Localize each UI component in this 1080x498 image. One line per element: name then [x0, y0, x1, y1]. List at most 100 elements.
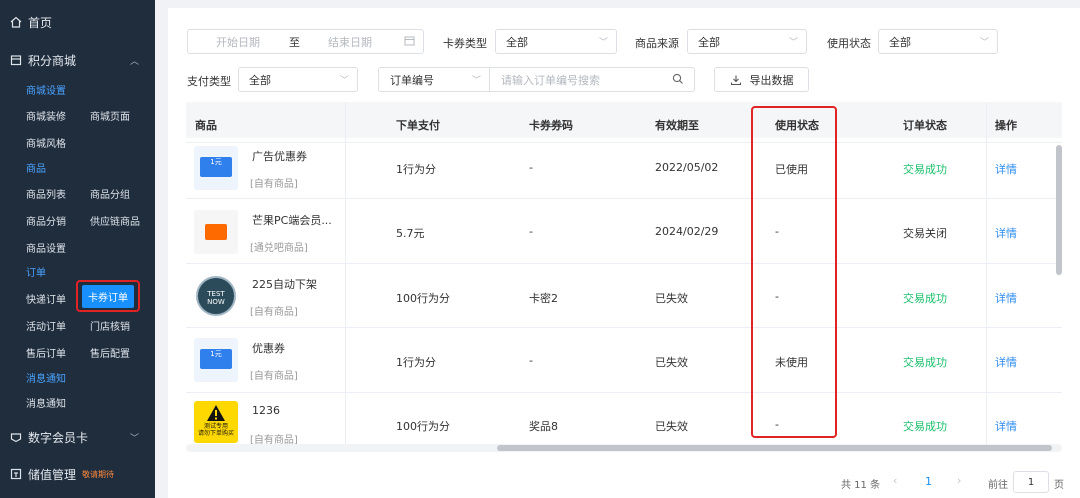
row-divider	[186, 392, 1062, 393]
sidebar-link-mall-style[interactable]: 商城风格	[26, 135, 66, 150]
export-button[interactable]: 导出数据	[714, 67, 809, 92]
date-range-picker[interactable]: 开始日期 至 结束日期	[187, 29, 424, 54]
source-value: 全部	[698, 35, 720, 49]
chevron-up-icon: ︿	[129, 56, 139, 67]
detail-link[interactable]: 详情	[995, 354, 1017, 370]
goods-name: 225自动下架	[252, 278, 317, 291]
code-cell: -	[529, 225, 533, 238]
vertical-scrollbar[interactable]	[1056, 145, 1062, 275]
goto-page-value: 1	[1027, 476, 1035, 488]
valid-cell: 2024/02/29	[655, 225, 719, 238]
code-cell: -	[529, 354, 533, 367]
mango-logo-icon	[205, 224, 227, 240]
sidebar-item-stored-value[interactable]: 储值管理 敬请期待	[0, 459, 155, 489]
sidebar-section-goods[interactable]: 商品	[26, 160, 46, 175]
goto-label: 前往	[988, 480, 1008, 491]
sidebar-link-activity-orders[interactable]: 活动订单	[26, 318, 66, 333]
detail-link[interactable]: 详情	[995, 225, 1017, 241]
detail-link[interactable]: 详情	[995, 161, 1017, 177]
sidebar-item-digital-card[interactable]: 数字会员卡 ﹀	[0, 422, 155, 452]
pay-cell: 5.7元	[396, 227, 425, 240]
horizontal-scrollbar[interactable]	[497, 445, 1052, 451]
goods-name: 广告优惠券	[252, 150, 307, 163]
pay-type-select[interactable]: 全部 ﹀	[238, 67, 358, 92]
row-divider	[186, 198, 1062, 199]
sidebar-link-goods-group[interactable]: 商品分组	[90, 186, 130, 201]
sidebar-link-store-verify[interactable]: 门店核销	[90, 318, 130, 333]
total-count: 共 11 条	[841, 480, 881, 491]
goods-thumbnail: 1元	[194, 338, 238, 382]
home-icon	[10, 16, 22, 28]
sidebar-section-notify[interactable]: 消息通知	[26, 370, 66, 385]
detail-link[interactable]: 详情	[995, 290, 1017, 306]
goods-thumbnail	[194, 210, 238, 254]
col-header-op: 操作	[995, 119, 1017, 132]
sidebar-item-label: 首页	[28, 15, 53, 30]
card-icon	[10, 431, 22, 443]
sidebar-section-mall-settings[interactable]: 商城设置	[26, 82, 66, 97]
end-date-input[interactable]: 结束日期	[328, 34, 372, 50]
sidebar-item-label: 积分商城	[28, 53, 77, 68]
valid-cell: 已失效	[655, 420, 688, 433]
row-divider	[186, 263, 1062, 264]
sidebar-link-notify[interactable]: 消息通知	[26, 395, 66, 410]
col-header-goods: 商品	[195, 119, 217, 132]
coupon-unit: 元	[214, 158, 222, 166]
card-type-select[interactable]: 全部 ﹀	[495, 29, 617, 54]
chevron-down-icon: ﹀	[471, 76, 481, 86]
export-label: 导出数据	[749, 73, 794, 87]
detail-link[interactable]: 详情	[995, 418, 1017, 434]
download-icon	[730, 74, 742, 86]
store-icon	[10, 54, 22, 66]
goods-thumbnail: TEST NOW	[194, 274, 238, 318]
warning-line-2: 请勿下单购买	[197, 430, 234, 437]
order-no-type-select[interactable]: 订单编号 ﹀	[378, 67, 490, 92]
chevron-down-icon: ﹀	[788, 38, 798, 48]
warning-icon	[207, 405, 225, 421]
sidebar-link-supply-goods[interactable]: 供应链商品	[90, 213, 140, 228]
goods-thumbnail: 1元	[194, 146, 238, 190]
start-date-input[interactable]: 开始日期	[216, 34, 260, 50]
sidebar-link-express-orders[interactable]: 快递订单	[26, 291, 66, 306]
coupon-unit: 元	[214, 350, 222, 358]
wallet-icon	[10, 468, 22, 480]
sidebar-section-orders[interactable]: 订单	[26, 264, 46, 279]
source-label: 商品来源	[635, 37, 679, 50]
next-page-icon[interactable]: ›	[957, 474, 961, 487]
sidebar-link-goods-list[interactable]: 商品列表	[26, 186, 66, 201]
date-range-separator: 至	[289, 35, 300, 49]
badge-line-2: NOW	[207, 298, 225, 306]
page-number-current[interactable]: 1	[925, 475, 932, 488]
sidebar-item-label: 储值管理	[28, 467, 77, 482]
chevron-down-icon: ﹀	[598, 38, 608, 48]
sidebar-link-mall-pages[interactable]: 商城页面	[90, 108, 130, 123]
prev-page-icon[interactable]: ‹	[893, 474, 897, 487]
search-icon[interactable]	[672, 73, 684, 88]
code-cell: -	[529, 161, 533, 174]
order-no-input[interactable]: 请输入订单编号搜索	[489, 67, 695, 92]
source-select[interactable]: 全部 ﹀	[687, 29, 807, 54]
order-no-type-value: 订单编号	[390, 73, 434, 87]
sidebar-link-aftersale-orders[interactable]: 售后订单	[26, 345, 66, 360]
sidebar-link-aftersale-config[interactable]: 售后配置	[90, 345, 130, 360]
col-header-order-status: 订单状态	[903, 119, 947, 132]
use-status-select[interactable]: 全部 ﹀	[878, 29, 998, 54]
highlight-box	[751, 106, 837, 438]
valid-cell: 已失效	[655, 356, 688, 369]
sidebar-link-mall-decor[interactable]: 商城装修	[26, 108, 66, 123]
order-status-cell: 交易成功	[903, 163, 947, 176]
sidebar-item-home[interactable]: 首页	[0, 7, 155, 37]
goto-page-input[interactable]: 1	[1013, 471, 1049, 493]
sidebar-item-points-mall[interactable]: 积分商城 ︿	[0, 45, 155, 75]
row-divider	[186, 142, 1062, 143]
card-type-label: 卡券类型	[443, 37, 487, 50]
sidebar-link-goods-dist[interactable]: 商品分销	[26, 213, 66, 228]
row-divider	[186, 327, 1062, 328]
order-status-cell: 交易成功	[903, 292, 947, 305]
pay-cell: 1行为分	[396, 356, 436, 369]
stay-tuned-badge: 敬请期待	[82, 469, 115, 479]
order-status-cell: 交易关闭	[903, 227, 947, 240]
sidebar-link-goods-settings[interactable]: 商品设置	[26, 240, 66, 255]
order-status-cell: 交易成功	[903, 420, 947, 433]
code-cell: 奖品8	[529, 420, 558, 433]
